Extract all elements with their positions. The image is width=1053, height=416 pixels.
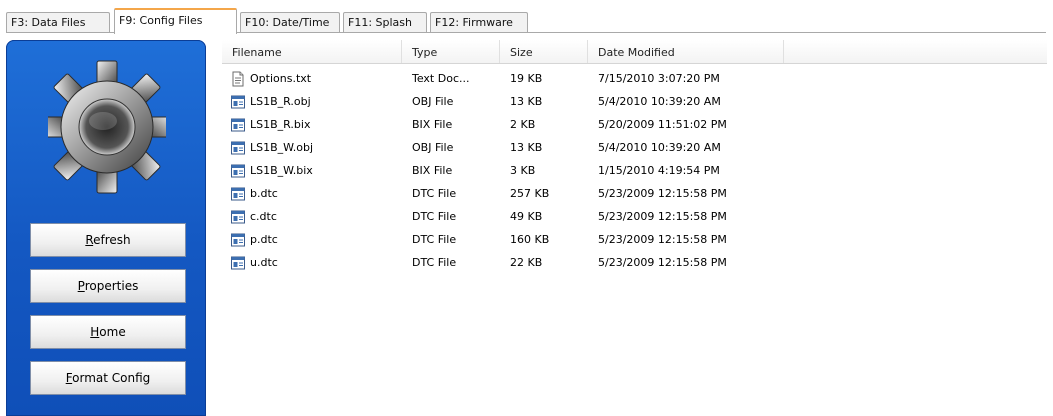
file-modified: 5/23/2009 12:15:58 PM [598,187,727,200]
file-size: 257 KB [510,187,550,200]
file-modified: 5/23/2009 12:15:58 PM [598,210,727,223]
file-icon [231,118,245,132]
file-type: BIX File [412,118,453,131]
file-type: DTC File [412,233,457,246]
file-modified: 5/4/2010 10:39:20 AM [598,95,721,108]
file-name: LS1B_R.bix [250,118,311,131]
column-filename[interactable]: Filename [222,40,402,63]
file-name: u.dtc [250,256,278,269]
file-icon [231,95,245,109]
file-modified: 5/23/2009 12:15:58 PM [598,233,727,246]
file-size: 49 KB [510,210,543,223]
file-name: LS1B_W.bix [250,164,313,177]
file-row[interactable]: u.dtc DTC File 22 KB 5/23/2009 12:15:58 PM [222,252,1047,274]
file-icon [231,233,245,247]
file-type: DTC File [412,256,457,269]
column-date-modified[interactable]: Date Modified [588,40,784,63]
file-modified: 1/15/2010 4:19:54 PM [598,164,720,177]
home-button[interactable]: Home [30,315,186,349]
file-modified: 7/15/2010 3:07:20 PM [598,72,720,85]
file-name: LS1B_R.obj [250,95,311,108]
tab-strip: F3: Data Files F9: Config Files F10: Dat… [6,8,1046,34]
file-name: LS1B_W.obj [250,141,314,154]
properties-label: roperties [84,279,139,293]
home-accelerator: H [90,325,100,339]
file-row[interactable]: p.dtc DTC File 160 KB 5/23/2009 12:15:58 PM [222,229,1047,251]
gear-icon [48,60,166,194]
file-list[interactable]: Filename Type Size Date Modified Options… [222,40,1053,416]
refresh-label: efresh [93,233,131,247]
file-type: BIX File [412,164,453,177]
file-name: b.dtc [250,187,278,200]
tab-data-files[interactable]: F3: Data Files [6,12,110,32]
file-modified: 5/20/2009 11:51:02 PM [598,118,727,131]
file-modified: 5/23/2009 12:15:58 PM [598,256,727,269]
file-size: 19 KB [510,72,543,85]
file-row[interactable]: c.dtc DTC File 49 KB 5/23/2009 12:15:58 PM [222,206,1047,228]
tab-splash[interactable]: F11: Splash [343,12,427,32]
file-type: DTC File [412,187,457,200]
file-name: p.dtc [250,233,278,246]
refresh-accelerator: R [85,233,94,247]
format-config-button[interactable]: Format Config [30,361,186,395]
file-row[interactable]: Options.txt Text Doc... 19 KB 7/15/2010 3:0… [222,68,1047,90]
column-size[interactable]: Size [500,40,588,63]
file-type: OBJ File [412,141,454,154]
properties-button[interactable]: Properties [30,269,186,303]
file-size: 3 KB [510,164,536,177]
home-label: ome [99,325,126,339]
file-icon [231,141,245,155]
file-type: Text Doc... [412,72,470,85]
file-icon [231,210,245,224]
column-type[interactable]: Type [402,40,500,63]
action-panel: Refresh Properties Home Format Config [6,40,206,416]
text-file-icon [232,71,244,87]
tab-firmware[interactable]: F12: Firmware [430,12,528,32]
refresh-button[interactable]: Refresh [30,223,186,257]
file-type: DTC File [412,210,457,223]
tab-date-time[interactable]: F10: Date/Time [240,12,340,32]
file-icon [231,256,245,270]
file-row[interactable]: b.dtc DTC File 257 KB 5/23/2009 12:15:58 PM [222,183,1047,205]
file-icon [231,164,245,178]
file-name: c.dtc [250,210,277,223]
file-size: 13 KB [510,141,543,154]
file-modified: 5/4/2010 10:39:20 AM [598,141,721,154]
file-size: 2 KB [510,118,536,131]
file-size: 13 KB [510,95,543,108]
tab-config-files[interactable]: F9: Config Files [114,8,237,34]
file-row[interactable]: LS1B_R.obj OBJ File 13 KB 5/4/2010 10:39:20… [222,91,1047,113]
file-row[interactable]: LS1B_W.obj OBJ File 13 KB 5/4/2010 10:39:20… [222,137,1047,159]
file-row[interactable]: LS1B_R.bix BIX File 2 KB 5/20/2009 11:51:02… [222,114,1047,136]
file-type: OBJ File [412,95,454,108]
file-icon [231,187,245,201]
file-size: 22 KB [510,256,543,269]
properties-accelerator: P [77,279,85,293]
file-name: Options.txt [250,72,312,85]
file-row[interactable]: LS1B_W.bix BIX File 3 KB 1/15/2010 4:19:54 … [222,160,1047,182]
format-config-label: ormat Config [72,371,151,385]
column-header: Filename Type Size Date Modified [222,40,1047,64]
file-size: 160 KB [510,233,550,246]
